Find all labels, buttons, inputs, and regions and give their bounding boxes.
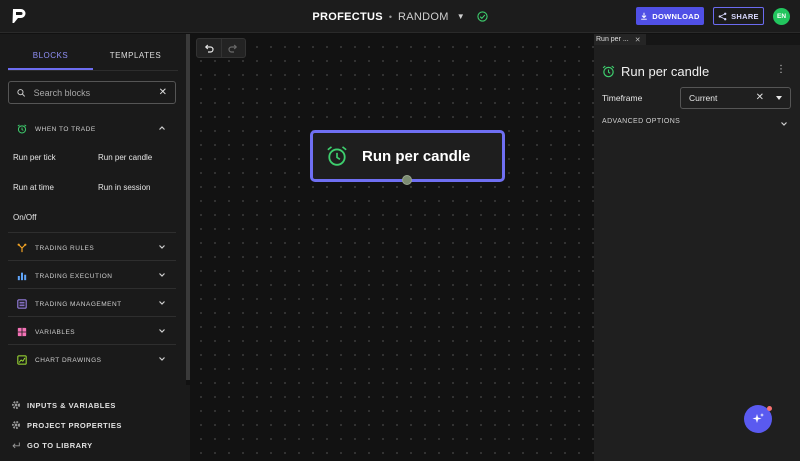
chevron-down-icon bbox=[159, 301, 165, 305]
title-separator: • bbox=[388, 11, 393, 22]
block-run-in-session[interactable]: Run in session bbox=[98, 183, 150, 192]
link-label: GO TO LIBRARY bbox=[27, 440, 93, 450]
alarm-clock-icon bbox=[602, 65, 615, 77]
section-when-to-trade[interactable]: WHEN TO TRADE bbox=[8, 118, 176, 140]
panel-tab-label: Run per ... bbox=[596, 36, 629, 43]
node-label: Run per candle bbox=[362, 147, 471, 165]
download-button[interactable]: DOWNLOAD bbox=[636, 7, 704, 25]
link-label: INPUTS & VARIABLES bbox=[27, 400, 116, 410]
block-run-per-tick[interactable]: Run per tick bbox=[13, 153, 56, 162]
node-output-port[interactable] bbox=[402, 175, 412, 185]
redo-icon bbox=[228, 44, 238, 53]
section-divider bbox=[8, 288, 176, 289]
clear-search-icon[interactable]: ✕ bbox=[159, 87, 167, 98]
section-label: VARIABLES bbox=[35, 328, 76, 336]
section-label: WHEN TO TRADE bbox=[35, 125, 96, 133]
grid-icon bbox=[17, 327, 27, 337]
branch-icon bbox=[17, 243, 27, 253]
section-chart-drawings[interactable]: CHART DRAWINGS bbox=[8, 349, 176, 371]
top-bar: PROFECTUS • RANDOM ▼ DOWNLOAD SHARE EN bbox=[0, 0, 800, 33]
more-options-icon[interactable]: ⋮ bbox=[776, 64, 786, 75]
timeframe-select[interactable]: Current ✕ bbox=[680, 87, 791, 109]
file-menu-caret-icon[interactable]: ▼ bbox=[457, 12, 465, 21]
link-inputs-variables[interactable]: INPUTS & VARIABLES bbox=[11, 400, 116, 410]
panel-title: Run per candle bbox=[621, 63, 710, 79]
section-trading-rules[interactable]: TRADING RULES bbox=[8, 237, 176, 259]
advanced-options-label: ADVANCED OPTIONS bbox=[602, 118, 681, 125]
undo-button[interactable] bbox=[197, 39, 222, 57]
block-run-per-candle[interactable]: Run per candle bbox=[98, 153, 152, 162]
sidebar-footer: INPUTS & VARIABLES PROJECT PROPERTIES GO… bbox=[0, 385, 190, 461]
sidebar-tabs: BLOCKS TEMPLATES bbox=[8, 44, 178, 70]
section-label: TRADING EXECUTION bbox=[35, 272, 113, 280]
section-variables[interactable]: VARIABLES bbox=[8, 321, 176, 343]
section-divider bbox=[8, 316, 176, 317]
alarm-clock-icon bbox=[17, 124, 27, 134]
chart-draw-icon bbox=[17, 355, 27, 365]
download-icon bbox=[641, 12, 648, 20]
timeframe-value: Current bbox=[689, 93, 718, 103]
saved-check-icon bbox=[477, 11, 488, 22]
tab-blocks[interactable]: BLOCKS bbox=[8, 44, 93, 70]
workflow-canvas[interactable]: Run per candle bbox=[190, 34, 594, 461]
search-icon bbox=[17, 88, 26, 97]
project-name: PROFECTUS bbox=[312, 10, 383, 23]
share-label: SHARE bbox=[731, 11, 759, 21]
properties-panel: Run per ... ✕ Run per candle ⋮ Timeframe… bbox=[594, 34, 800, 461]
sparkle-icon bbox=[752, 413, 764, 423]
chevron-down-icon bbox=[781, 122, 787, 126]
gear-icon bbox=[12, 401, 20, 409]
redo-button[interactable] bbox=[222, 39, 246, 57]
tab-templates[interactable]: TEMPLATES bbox=[93, 44, 178, 70]
share-button[interactable]: SHARE bbox=[713, 7, 764, 25]
search-input[interactable] bbox=[33, 87, 151, 98]
chevron-down-icon bbox=[159, 273, 165, 277]
panel-tab-bar bbox=[646, 34, 800, 45]
download-label: DOWNLOAD bbox=[652, 11, 700, 21]
chevron-down-icon bbox=[159, 245, 165, 249]
section-divider bbox=[8, 260, 176, 261]
section-label: CHART DRAWINGS bbox=[35, 356, 102, 364]
notification-dot bbox=[767, 406, 772, 411]
close-tab-icon[interactable]: ✕ bbox=[635, 36, 641, 44]
share-icon bbox=[718, 12, 727, 20]
chevron-down-icon bbox=[159, 329, 165, 333]
section-divider bbox=[8, 344, 176, 345]
return-arrow-icon bbox=[12, 442, 20, 449]
search-box: ✕ bbox=[8, 81, 176, 104]
user-avatar[interactable]: EN bbox=[773, 8, 790, 25]
section-trading-execution[interactable]: TRADING EXECUTION bbox=[8, 265, 176, 287]
chevron-up-icon bbox=[159, 126, 165, 130]
timeframe-label: Timeframe bbox=[602, 93, 643, 103]
link-go-to-library[interactable]: GO TO LIBRARY bbox=[11, 440, 93, 450]
link-project-properties[interactable]: PROJECT PROPERTIES bbox=[11, 420, 122, 430]
block-on-off[interactable]: On/Off bbox=[13, 213, 36, 222]
tabs-divider bbox=[8, 70, 178, 71]
file-name[interactable]: RANDOM bbox=[398, 11, 449, 23]
history-controls bbox=[196, 38, 246, 58]
section-trading-management[interactable]: TRADING MANAGEMENT bbox=[8, 293, 176, 315]
dropdown-arrow-icon[interactable] bbox=[776, 96, 782, 100]
section-label: TRADING MANAGEMENT bbox=[35, 300, 122, 308]
block-run-at-time[interactable]: Run at time bbox=[13, 183, 54, 192]
clear-timeframe-icon[interactable]: ✕ bbox=[756, 92, 764, 103]
bar-chart-icon bbox=[17, 272, 27, 281]
panel-header: Run per candle ⋮ bbox=[602, 62, 792, 80]
section-label: TRADING RULES bbox=[35, 244, 95, 252]
alarm-clock-icon bbox=[327, 146, 347, 166]
link-label: PROJECT PROPERTIES bbox=[27, 420, 122, 430]
panel-tab[interactable]: Run per ... ✕ bbox=[594, 34, 646, 45]
undo-icon bbox=[204, 44, 214, 53]
section-divider bbox=[8, 232, 176, 233]
chevron-down-icon bbox=[159, 357, 165, 361]
advanced-options-toggle[interactable]: ADVANCED OPTIONS bbox=[602, 118, 792, 130]
gear-icon bbox=[12, 421, 20, 429]
list-icon bbox=[17, 299, 27, 309]
